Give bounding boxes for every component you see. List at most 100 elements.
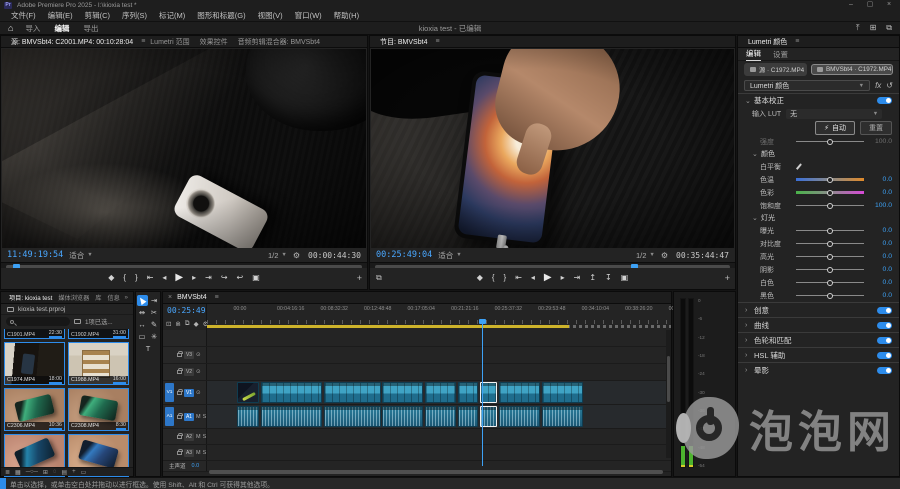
source-timecode[interactable]: 11:49:19:54 [7, 250, 63, 260]
menu-item[interactable]: 图形和标题(G) [192, 10, 250, 21]
video-clip[interactable] [382, 382, 423, 403]
project-item-partial[interactable]: C1901.MP422:30 [4, 329, 65, 339]
menu-item[interactable]: 帮助(H) [329, 10, 364, 21]
audio-clip[interactable] [324, 406, 380, 427]
video-clip[interactable] [261, 382, 322, 403]
slider-value[interactable]: 100.0 [870, 138, 892, 145]
video-clip[interactable] [542, 382, 584, 403]
section-toggle[interactable] [877, 307, 892, 314]
panel-menu-icon[interactable]: ≡ [215, 294, 219, 301]
video-clip[interactable] [480, 382, 496, 403]
solo-icon[interactable]: S [203, 414, 207, 420]
eyedropper-icon[interactable] [796, 163, 803, 170]
lock-icon[interactable] [177, 451, 182, 455]
automate-to-sequence-icon[interactable]: ⊞ [43, 469, 48, 476]
reset-button[interactable]: 重置 [860, 121, 892, 135]
project-item[interactable]: C2308.MP48:30 [68, 388, 129, 431]
selection-tool[interactable] [137, 295, 148, 306]
settings-wrench-icon[interactable]: ⚙ [293, 251, 300, 260]
mark-in-icon[interactable]: { [123, 274, 126, 282]
fx-badge-icon[interactable]: fx [875, 81, 881, 90]
mute-icon[interactable]: M [196, 414, 201, 420]
slider-track[interactable] [796, 256, 864, 257]
lumetri-section[interactable]: ›HSL 辅助 [738, 347, 899, 362]
slider-thumb[interactable] [827, 254, 833, 260]
project-panel-tab[interactable]: 库 [92, 293, 104, 302]
lock-icon[interactable] [177, 391, 182, 395]
add-marker-icon[interactable]: ◆ [194, 320, 199, 328]
lumetri-section[interactable]: ›晕影 [738, 362, 899, 377]
slider-value[interactable]: 0.0 [870, 240, 892, 247]
source-panel-tab[interactable]: 效果控件 [195, 37, 233, 47]
play-icon[interactable]: ▶ [544, 273, 552, 283]
workspace-tab[interactable]: 导入 [25, 23, 40, 34]
lock-icon[interactable] [177, 353, 182, 357]
track-lane[interactable] [207, 330, 671, 346]
source-panel-tab[interactable]: 音频剪辑混合器: BMVSbt4 [233, 37, 325, 47]
slider-track[interactable] [796, 230, 864, 231]
solo-icon[interactable]: S [203, 434, 207, 440]
zoom-level-dropdown[interactable]: 适合▼ [69, 250, 92, 261]
step-forward-icon[interactable]: ▸ [192, 274, 196, 282]
section-toggle[interactable] [877, 97, 892, 104]
workspaces-icon[interactable]: ⊞ [870, 23, 877, 33]
section-toggle[interactable] [877, 337, 892, 344]
video-clip[interactable] [458, 382, 478, 403]
slider-thumb[interactable] [827, 241, 833, 247]
lumetri-section[interactable]: ›创意 [738, 302, 899, 317]
slider-track[interactable] [796, 178, 864, 181]
slider-value[interactable]: 0.0 [870, 189, 892, 196]
ripple-edit-tool[interactable]: ⇹ [137, 307, 148, 318]
export-frame-icon[interactable]: ▣ [621, 274, 629, 282]
mute-icon[interactable]: M [196, 434, 201, 440]
program-video-frame[interactable] [371, 49, 734, 248]
track-lane[interactable] [207, 347, 671, 363]
step-back-icon[interactable]: ◂ [531, 274, 535, 282]
quick-export-icon[interactable]: ⤒ [856, 23, 860, 33]
lumetri-subtab[interactable]: 编辑 [746, 48, 761, 61]
program-timecode[interactable]: 00:25:49:04 [376, 250, 432, 260]
track-output-eye-icon[interactable]: ⊙ [196, 369, 201, 375]
lock-icon[interactable] [177, 415, 182, 419]
menu-item[interactable]: 序列(S) [117, 10, 152, 21]
snap-icon[interactable]: ⋒ [175, 320, 180, 328]
track-target-badge[interactable]: A1 [184, 413, 194, 421]
play-icon[interactable]: ▶ [175, 273, 183, 283]
slider-track[interactable] [796, 269, 864, 270]
slider-thumb[interactable] [827, 267, 833, 273]
section-toggle[interactable] [877, 352, 892, 359]
playback-resolution-dropdown[interactable]: 1/2▼ [636, 251, 655, 260]
mark-in-icon[interactable]: { [492, 274, 495, 282]
type-tool[interactable]: T [143, 343, 154, 354]
slider-track[interactable] [796, 205, 864, 206]
slider-value[interactable]: 0.0 [870, 279, 892, 286]
source-patch[interactable] [165, 366, 174, 379]
track-target-badge[interactable]: A3 [184, 449, 194, 457]
slider-thumb[interactable] [827, 190, 833, 196]
slider-value[interactable]: 0.0 [870, 266, 892, 273]
close-icon[interactable]: × [882, 0, 896, 10]
color-group-header[interactable]: ⌄颜色 [738, 148, 899, 160]
step-forward-icon[interactable]: ▸ [561, 274, 565, 282]
slider-track[interactable] [796, 282, 864, 283]
audio-clip[interactable] [425, 406, 456, 427]
video-clip[interactable] [499, 382, 540, 403]
slider-thumb[interactable] [827, 177, 833, 183]
comparison-view-icon[interactable]: ⧉ [376, 273, 382, 283]
track-target-badge[interactable]: V3 [184, 351, 194, 359]
new-bin-icon[interactable]: ▤ [61, 469, 67, 476]
source-panel-tab[interactable]: 源: BMVSbt4: C2001.MP4: 00:10:28:04 [6, 37, 138, 47]
zoom-level-dropdown[interactable]: 适合▼ [438, 250, 461, 261]
slider-thumb[interactable] [827, 280, 833, 286]
auto-button[interactable]: ⚡自动 [815, 121, 855, 135]
lumetri-section[interactable]: ›色轮和匹配 [738, 332, 899, 347]
input-lut-dropdown[interactable]: 无▼ [786, 109, 882, 119]
source-panel-tab[interactable]: Lumetri 范围 [145, 37, 194, 47]
minimize-icon[interactable]: – [844, 0, 858, 10]
fullscreen-icon[interactable]: ⧉ [886, 23, 892, 33]
vertical-scrollbar[interactable] [666, 330, 671, 458]
project-panel-tab[interactable]: 媒体浏览器 [55, 293, 92, 302]
track-lane[interactable] [207, 445, 671, 460]
linked-selection-icon[interactable]: ⧉ [185, 320, 190, 328]
video-clip[interactable] [324, 382, 380, 403]
